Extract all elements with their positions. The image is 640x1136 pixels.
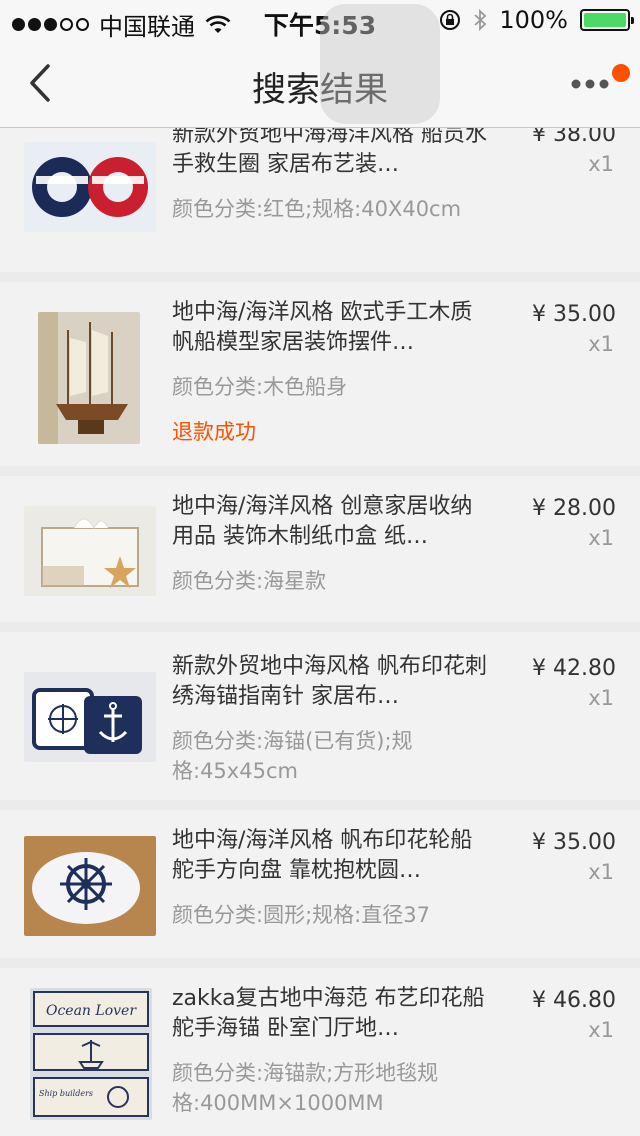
product-item[interactable]: 地中海/海洋风格 创意家居收纳用品 装饰木制纸巾盒 纸… 颜色分类:海星款 ¥ … [0, 476, 640, 622]
product-item[interactable]: Ocean Lover Ship builders zakka复古地中海范 布艺… [0, 968, 640, 1136]
rug-label-ship-builders: Ship builders [39, 1089, 93, 1098]
product-quantity: x1 [588, 1018, 614, 1042]
product-spec: 颜色分类:圆形;规格:直径37 [172, 903, 430, 927]
floating-assistive-touch[interactable] [320, 4, 440, 124]
battery-icon [580, 9, 634, 31]
product-title[interactable]: 地中海/海洋风格 帆布印花轮船舵手方向盘 靠枕抱枕圆… [172, 826, 492, 886]
product-price: ¥ 46.80 [532, 988, 616, 1013]
product-title[interactable]: 新款外贸地中海海洋风格 船员水手救生圈 家居布艺装… [172, 128, 492, 180]
product-price: ¥ 35.00 [532, 830, 616, 855]
product-spec: 颜色分类:木色船身 [172, 375, 348, 399]
product-image [24, 836, 156, 936]
product-spec: 颜色分类:海星款 [172, 569, 327, 593]
product-image [38, 312, 140, 444]
product-quantity: x1 [588, 152, 614, 176]
product-item[interactable]: 地中海/海洋风格 帆布印花轮船舵手方向盘 靠枕抱枕圆… 颜色分类:圆形;规格:直… [0, 810, 640, 958]
refund-status: 退款成功 [172, 420, 256, 444]
product-quantity: x1 [588, 526, 614, 550]
product-image: Ocean Lover Ship builders [30, 988, 152, 1120]
bluetooth-icon [474, 8, 487, 32]
more-options-button[interactable] [568, 70, 618, 98]
product-price: ¥ 42.80 [532, 656, 616, 681]
product-item[interactable]: 新款外贸地中海风格 帆布印花刺绣海锚指南针 家居布… 颜色分类:海锚(已有货);… [0, 632, 640, 800]
product-title[interactable]: 地中海/海洋风格 创意家居收纳用品 装饰木制纸巾盒 纸… [172, 492, 492, 552]
product-image [24, 142, 156, 232]
product-quantity: x1 [588, 860, 614, 884]
product-title[interactable]: 地中海/海洋风格 欧式手工木质帆船模型家居装饰摆件… [172, 298, 492, 358]
product-spec: 颜色分类:海锚(已有货);规格:45x45cm [172, 729, 413, 783]
notification-badge [612, 64, 630, 82]
orientation-lock-icon [440, 10, 461, 30]
product-quantity: x1 [588, 332, 614, 356]
product-image [24, 672, 156, 762]
product-quantity: x1 [588, 686, 614, 710]
product-price: ¥ 28.00 [532, 496, 616, 521]
product-image [24, 506, 156, 596]
product-item[interactable]: 地中海/海洋风格 欧式手工木质帆船模型家居装饰摆件… 颜色分类:木色船身 退款成… [0, 282, 640, 466]
product-spec: 颜色分类:海锚款;方形地毯规格:400MM×1000MM [172, 1061, 439, 1115]
product-price: ¥ 38.00 [532, 128, 616, 147]
product-price: ¥ 35.00 [532, 302, 616, 327]
product-title[interactable]: zakka复古地中海范 布艺印花船舵手海锚 卧室门厅地… [172, 984, 492, 1044]
product-list: 新款外贸地中海海洋风格 船员水手救生圈 家居布艺装… 颜色分类:红色;规格:40… [0, 128, 640, 1136]
product-spec: 颜色分类:红色;规格:40X40cm [172, 197, 462, 221]
rug-label-ocean-lover: Ocean Lover [46, 1003, 137, 1019]
product-title[interactable]: 新款外贸地中海风格 帆布印花刺绣海锚指南针 家居布… [172, 652, 492, 712]
product-item[interactable]: 新款外贸地中海海洋风格 船员水手救生圈 家居布艺装… 颜色分类:红色;规格:40… [0, 128, 640, 272]
battery-percent: 100% [499, 6, 568, 34]
